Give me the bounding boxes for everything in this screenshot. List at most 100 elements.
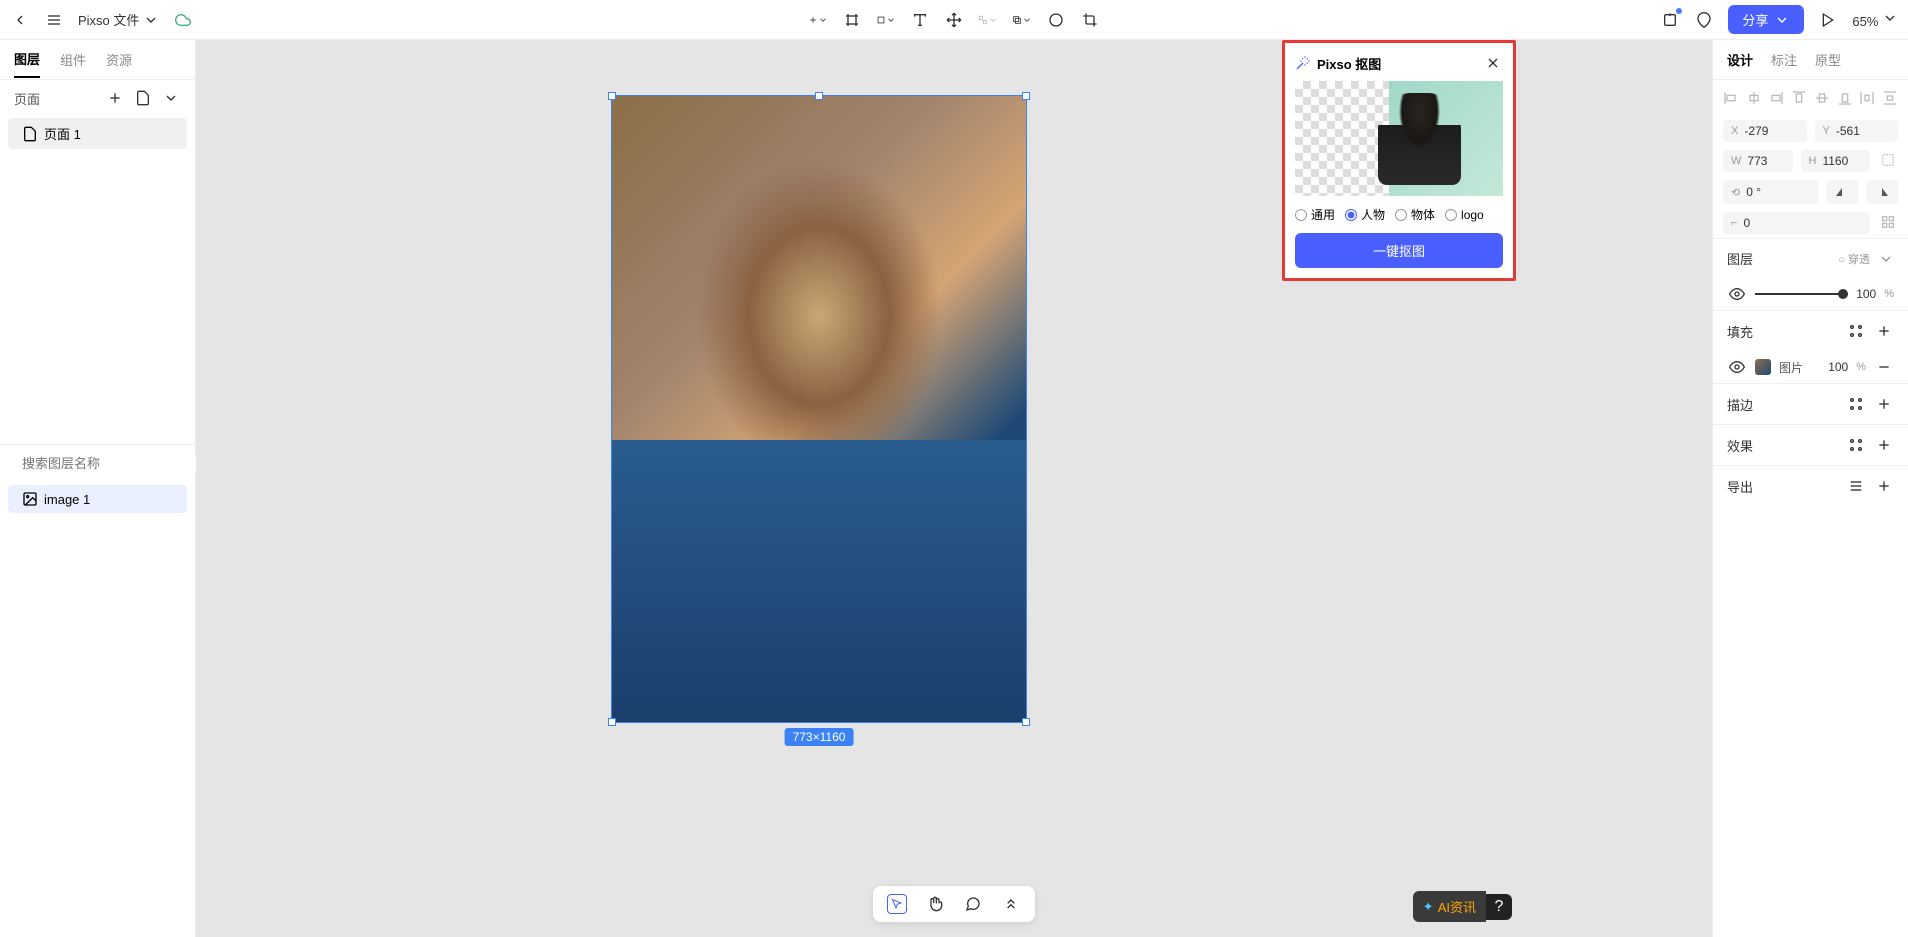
help-icon[interactable]: ? xyxy=(1486,894,1512,920)
distribute-h-icon[interactable] xyxy=(1859,88,1875,108)
lock-ratio-icon[interactable] xyxy=(1878,150,1898,170)
y-field[interactable]: Y-561 xyxy=(1815,120,1899,142)
page-folder-icon[interactable] xyxy=(133,88,153,108)
file-title[interactable]: Pixso 文件 xyxy=(78,10,159,29)
move-tool-icon[interactable] xyxy=(944,10,964,30)
fill-style-icon[interactable] xyxy=(1846,321,1866,341)
menu-icon[interactable] xyxy=(44,10,64,30)
component-tool-icon[interactable] xyxy=(978,10,998,30)
corner-field[interactable]: ⌐0 xyxy=(1723,212,1870,234)
remove-fill-icon[interactable] xyxy=(1874,357,1894,377)
close-icon[interactable] xyxy=(1483,53,1503,73)
file-title-text: Pixso 文件 xyxy=(78,10,139,29)
layer-item-label: image 1 xyxy=(44,492,90,507)
align-center-v-icon[interactable] xyxy=(1814,88,1830,108)
effect-section-label: 效果 xyxy=(1727,436,1753,455)
x-field[interactable]: X-279 xyxy=(1723,120,1807,142)
cutout-option-general[interactable]: 通用 xyxy=(1295,206,1335,223)
text-tool-icon[interactable] xyxy=(910,10,930,30)
selection-box[interactable]: 773×1160 xyxy=(611,95,1027,723)
cutout-option-person[interactable]: 人物 xyxy=(1345,206,1385,223)
location-icon[interactable] xyxy=(1694,10,1714,30)
h-field[interactable]: H1160 xyxy=(1801,150,1871,172)
zoom-value: 65% xyxy=(1852,14,1878,29)
tab-prototype[interactable]: 原型 xyxy=(1815,50,1841,69)
page-item-label: 页面 1 xyxy=(44,124,81,143)
add-stroke-icon[interactable] xyxy=(1874,394,1894,414)
comment-tool-icon[interactable] xyxy=(963,894,983,914)
magic-wand-icon xyxy=(1295,55,1311,71)
canvas[interactable]: 773×1160 Pixso 抠图 通用 人物 物体 logo 一键抠图 xyxy=(196,40,1712,937)
top-toolbar: Pixso 文件 分享 65% xyxy=(0,0,1908,40)
resize-handle-tr[interactable] xyxy=(1022,92,1030,100)
rotation-field[interactable]: ⟲0 ° xyxy=(1723,180,1818,204)
add-tool-icon[interactable] xyxy=(808,10,828,30)
stroke-style-icon[interactable] xyxy=(1846,394,1866,414)
expand-toolbar-icon[interactable] xyxy=(1001,894,1021,914)
align-center-h-icon[interactable] xyxy=(1746,88,1762,108)
distribute-v-icon[interactable] xyxy=(1882,88,1898,108)
layer-search-input[interactable] xyxy=(22,456,198,471)
align-bottom-icon[interactable] xyxy=(1837,88,1853,108)
page-item[interactable]: 页面 1 xyxy=(8,118,187,149)
left-panel: 图层 组件 资源 页面 页面 1 xyxy=(0,40,196,937)
fill-visibility-icon[interactable] xyxy=(1727,357,1747,377)
stroke-section-label: 描边 xyxy=(1727,395,1753,414)
cutout-preview xyxy=(1295,81,1503,196)
tab-annotate[interactable]: 标注 xyxy=(1771,50,1797,69)
resize-handle-tl[interactable] xyxy=(608,92,616,100)
play-icon[interactable] xyxy=(1818,10,1838,30)
resize-handle-br[interactable] xyxy=(1022,718,1030,726)
resize-handle-bl[interactable] xyxy=(608,718,616,726)
frame-tool-icon[interactable] xyxy=(842,10,862,30)
align-top-icon[interactable] xyxy=(1791,88,1807,108)
add-effect-icon[interactable] xyxy=(1874,435,1894,455)
tab-assets[interactable]: 资源 xyxy=(106,42,132,77)
fill-section-label: 填充 xyxy=(1727,322,1753,341)
share-button[interactable]: 分享 xyxy=(1728,5,1804,34)
cursor-tool-icon[interactable] xyxy=(887,894,907,914)
tab-components[interactable]: 组件 xyxy=(60,42,86,77)
add-export-icon[interactable] xyxy=(1874,476,1894,496)
cutout-option-logo[interactable]: logo xyxy=(1445,206,1484,223)
cutout-option-object[interactable]: 物体 xyxy=(1395,206,1435,223)
ai-help-widget[interactable]: ✦AI资讯 ? xyxy=(1413,891,1512,922)
add-page-icon[interactable] xyxy=(105,88,125,108)
cutout-title-text: Pixso 抠图 xyxy=(1317,54,1381,73)
share-button-label: 分享 xyxy=(1742,10,1768,29)
boolean-tool-icon[interactable] xyxy=(1012,10,1032,30)
corner-expand-icon[interactable] xyxy=(1878,212,1898,232)
export-settings-icon[interactable] xyxy=(1846,476,1866,496)
shape-tool-icon[interactable] xyxy=(876,10,896,30)
cutout-action-button[interactable]: 一键抠图 xyxy=(1295,233,1503,268)
w-field[interactable]: W773 xyxy=(1723,150,1793,172)
layer-section-label: 图层 xyxy=(1727,249,1753,268)
zoom-control[interactable]: 65% xyxy=(1852,10,1898,29)
opacity-slider[interactable] xyxy=(1755,293,1848,295)
resize-handle-tm[interactable] xyxy=(815,92,823,100)
plugin-icon[interactable] xyxy=(1660,10,1680,30)
effect-style-icon[interactable] xyxy=(1846,435,1866,455)
tab-design[interactable]: 设计 xyxy=(1727,50,1753,69)
layer-item[interactable]: image 1 xyxy=(8,485,187,513)
hand-tool-icon[interactable] xyxy=(925,894,945,914)
visibility-icon[interactable] xyxy=(1727,284,1747,304)
selected-image[interactable] xyxy=(612,96,1026,722)
collapse-pages-icon[interactable] xyxy=(161,88,181,108)
ellipse-tool-icon[interactable] xyxy=(1046,10,1066,30)
add-fill-icon[interactable] xyxy=(1874,321,1894,341)
right-panel: 设计 标注 原型 X-279 Y-561 W773 H1160 ⟲0 ° xyxy=(1712,40,1908,937)
flip-v-field[interactable] xyxy=(1866,180,1898,204)
flip-h-field[interactable] xyxy=(1826,180,1858,204)
tab-layers[interactable]: 图层 xyxy=(14,41,40,78)
back-icon[interactable] xyxy=(10,10,30,30)
align-left-icon[interactable] xyxy=(1723,88,1739,108)
pages-label: 页面 xyxy=(14,89,40,108)
fill-swatch[interactable] xyxy=(1755,359,1771,375)
bottom-toolbar xyxy=(873,886,1035,922)
cutout-panel: Pixso 抠图 通用 人物 物体 logo 一键抠图 xyxy=(1282,40,1516,281)
align-right-icon[interactable] xyxy=(1768,88,1784,108)
size-label: 773×1160 xyxy=(785,728,854,746)
crop-tool-icon[interactable] xyxy=(1080,10,1100,30)
cloud-sync-icon[interactable] xyxy=(173,10,193,30)
